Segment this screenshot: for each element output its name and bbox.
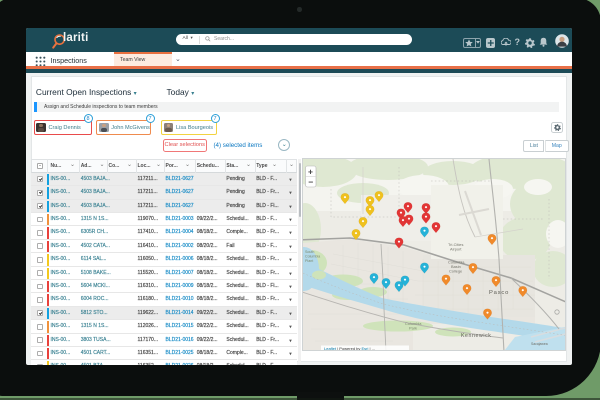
svg-text:Leaflet | Powered by Esri | ..: Leaflet | Powered by Esri | ... bbox=[324, 346, 375, 351]
svg-text:College: College bbox=[449, 268, 462, 273]
svg-text:Plant: Plant bbox=[305, 259, 313, 263]
svg-text:−: − bbox=[308, 176, 313, 186]
svg-text:Columbia: Columbia bbox=[305, 254, 320, 258]
svg-text:+: + bbox=[308, 166, 313, 176]
svg-text:Airport: Airport bbox=[450, 246, 462, 251]
svg-text:Pasco: Pasco bbox=[489, 290, 509, 296]
svg-text:South: South bbox=[305, 250, 314, 254]
svg-text:Kennewick: Kennewick bbox=[461, 333, 492, 339]
svg-text:Sacajawea: Sacajawea bbox=[531, 342, 548, 346]
svg-text:Park: Park bbox=[409, 325, 417, 330]
